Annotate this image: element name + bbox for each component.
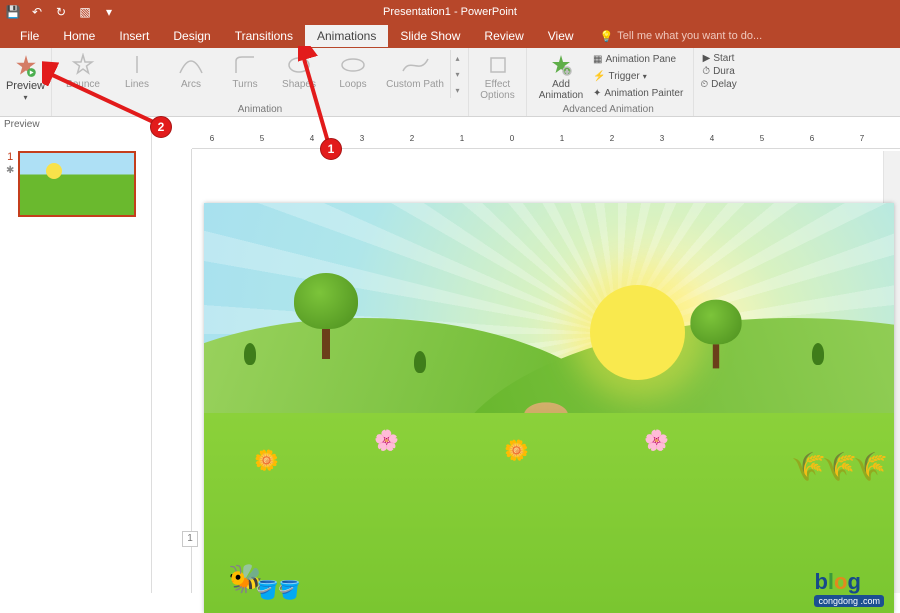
ribbon-group-advanced: + Add Animation ▦Animation Pane ⚡Trigger…: [527, 48, 694, 116]
tab-home[interactable]: Home: [51, 25, 107, 47]
quick-access-toolbar: 💾 ↶ ↻ ▧ ▾: [0, 5, 116, 19]
flower-graphic: 🌼: [254, 448, 279, 473]
ruler-tick: 2: [410, 134, 414, 143]
undo-icon[interactable]: ↶: [30, 5, 44, 19]
timing-start-label: Start: [713, 53, 734, 64]
gallery-item-label: Custom Path: [386, 79, 444, 90]
grass-graphic: 🌾🌾🌾: [791, 450, 884, 483]
vertical-ruler: [175, 149, 192, 593]
svg-text:+: +: [565, 69, 569, 76]
add-animation-label: Add Animation: [539, 79, 583, 101]
tab-slideshow[interactable]: Slide Show: [388, 25, 472, 47]
delay-icon: ⏲: [700, 79, 708, 90]
bar-icon: ▾: [455, 86, 459, 95]
trigger-label: Trigger: [608, 71, 639, 82]
timing-start-row[interactable]: ▶Start: [701, 52, 737, 65]
tell-me-search[interactable]: 💡 Tell me what you want to do...: [600, 30, 763, 43]
redo-icon[interactable]: ↻: [54, 5, 68, 19]
title-bar: 💾 ↶ ↻ ▧ ▾ Presentation1 - PowerPoint: [0, 0, 900, 24]
animation-pane-button[interactable]: ▦Animation Pane: [591, 53, 685, 66]
effect-options-button: Effect Options: [471, 50, 525, 101]
animation-painter-label: Animation Painter: [604, 88, 683, 99]
ribbon-effect-options: Effect Options: [469, 48, 527, 116]
ruler-tick: 7: [860, 134, 864, 143]
pane-icon: ▦: [593, 54, 602, 65]
painter-icon: ✦: [593, 88, 601, 99]
ribbon-tabs: File Home Insert Design Transitions Anim…: [0, 24, 900, 48]
add-animation-star-icon: +: [548, 53, 574, 77]
ruler-tick: 5: [760, 134, 764, 143]
ruler-tick: 2: [610, 134, 614, 143]
ruler-tick: 0: [510, 134, 514, 143]
annotation-arrow: [42, 60, 342, 150]
preview-button-label: Preview: [6, 80, 45, 92]
watermark-logo: blog congdong .com: [814, 569, 884, 607]
work-area: 1 ✱ 654321012345678 🌼 🌸 🌼: [0, 131, 900, 593]
ruler-tick: 3: [360, 134, 364, 143]
effect-options-label: Effect Options: [480, 79, 514, 101]
effect-options-icon: [485, 53, 511, 77]
slide-thumbnail[interactable]: [18, 151, 136, 217]
window-title: Presentation1 - PowerPoint: [0, 6, 900, 18]
annotation-callout-1: 1: [320, 138, 342, 160]
ruler-tick: 1: [560, 134, 564, 143]
add-animation-button[interactable]: + Add Animation: [531, 50, 591, 101]
animation-indicator-icon: ✱: [6, 165, 14, 176]
ribbon-group-timing: ▶Start ⏱Dura ⏲Delay: [694, 48, 742, 116]
clock-icon: ⏱: [702, 66, 710, 77]
chevron-up-icon: ▴: [455, 54, 459, 63]
chevron-down-icon: ▾: [455, 70, 459, 79]
trigger-button[interactable]: ⚡Trigger ▾: [591, 70, 685, 83]
ruler-tick: 6: [810, 134, 814, 143]
tab-view[interactable]: View: [536, 25, 586, 47]
play-icon: ▶: [703, 53, 711, 64]
tell-me-label: Tell me what you want to do...: [617, 30, 762, 42]
timing-duration-row[interactable]: ⏱Dura: [700, 65, 737, 78]
slide-thumbnail-panel: 1 ✱: [0, 131, 152, 593]
chevron-down-icon: ▾: [643, 72, 647, 81]
timing-delay-label: Delay: [711, 79, 737, 90]
tab-animations[interactable]: Animations: [305, 25, 388, 47]
ruler-tick: 1: [460, 134, 464, 143]
lightbulb-icon: 💡: [600, 30, 614, 43]
tab-design[interactable]: Design: [161, 25, 222, 47]
tree-graphic: [690, 300, 741, 369]
tree-graphic: [294, 273, 358, 359]
slide-canvas[interactable]: 🌼 🌸 🌼 🌸 🌾🌾🌾 🐝 🪣🪣 blog congdong .com: [204, 203, 894, 613]
annotation-callout-2: 2: [150, 116, 172, 138]
tab-file[interactable]: File: [8, 25, 51, 47]
gallery-more-button[interactable]: ▴ ▾ ▾: [450, 50, 464, 98]
tab-review[interactable]: Review: [472, 25, 535, 47]
timing-delay-row[interactable]: ⏲Delay: [698, 78, 738, 91]
slide-canvas-area: 654321012345678 🌼 🌸 🌼 🌸 🌾🌾🌾 🐝 🪣🪣: [152, 131, 900, 593]
preview-star-icon: [13, 53, 39, 79]
slideshow-start-icon[interactable]: ▧: [78, 5, 92, 19]
timing-duration-label: Dura: [713, 66, 735, 77]
ruler-tick: 3: [660, 134, 664, 143]
status-bar-preview-label: Preview: [4, 119, 40, 130]
tab-insert[interactable]: Insert: [107, 25, 161, 47]
tab-transitions[interactable]: Transitions: [223, 25, 305, 47]
page-indicator: 1: [182, 531, 198, 547]
sun-graphic: [590, 285, 685, 380]
thumbnail-number: 1: [7, 151, 13, 163]
ribbon-group-label: Advanced Animation: [563, 104, 654, 115]
animation-painter-button[interactable]: ✦Animation Painter: [591, 87, 685, 100]
qat-more-icon[interactable]: ▾: [102, 5, 116, 19]
bucket-graphic: 🪣🪣: [256, 580, 301, 601]
animation-pane-label: Animation Pane: [605, 54, 676, 65]
dropdown-icon[interactable]: ▾: [23, 93, 27, 102]
save-icon[interactable]: 💾: [6, 5, 20, 19]
gallery-item-custom-path[interactable]: Custom Path: [380, 50, 450, 90]
ruler-tick: 4: [710, 134, 714, 143]
trigger-icon: ⚡: [593, 71, 605, 82]
